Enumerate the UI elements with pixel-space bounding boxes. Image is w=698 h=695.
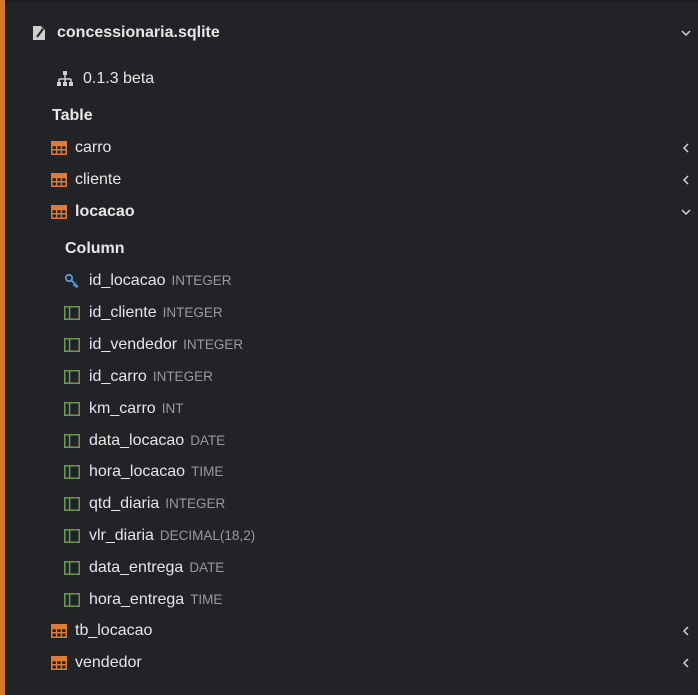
column-name: id_locacao [89,272,166,289]
column-name-group: hora_locacao TIME [89,463,223,481]
column-row[interactable]: data_entrega DATE [5,553,698,583]
table-row-vendedor[interactable]: vendedor [5,648,698,678]
column-row[interactable]: id_cliente INTEGER [5,298,698,328]
table-grid-icon [51,173,67,187]
column-name: hora_locacao [89,463,186,481]
column-type: INTEGER [171,273,232,288]
table-grid-icon [51,656,67,670]
column-row[interactable]: vlr_diaria DECIMAL(18,2) [5,521,698,551]
table-name: vendedor [75,654,142,671]
column-type: INTEGER [165,496,226,512]
column-icon [64,465,80,480]
column-section-heading: Column [5,234,698,264]
schema-tree: concessionaria.sqlite 0.1.3 beta Table c… [5,0,698,695]
column-icon [64,369,80,384]
column-name-group: id_cliente INTEGER [89,304,223,322]
column-icon [64,401,80,416]
table-grid-icon [51,624,67,638]
chevron-down-icon[interactable] [680,27,692,39]
column-icon [64,593,80,607]
column-icon [64,337,80,352]
table-grid-icon [51,141,67,155]
column-name-group: data_entrega DATE [89,559,224,577]
column-name-group: hora_entrega TIME [89,591,222,609]
column-type: TIME [191,464,224,480]
column-type: INT [161,400,184,416]
column-name-group: id_vendedor INTEGER [89,336,243,354]
primary-key-icon [64,273,80,289]
column-type: INTEGER [162,304,223,320]
column-name: id_vendedor [89,335,178,353]
column-row[interactable]: hora_locacao TIME [5,457,698,487]
column-name-group: data_locacao DATE [89,432,225,450]
table-row-tb-locacao[interactable]: tb_locacao [5,616,698,646]
chevron-left-icon[interactable] [680,657,692,669]
column-name: vlr_diaria [89,527,154,545]
chevron-left-icon[interactable] [680,174,692,186]
chevron-left-icon[interactable] [680,142,692,154]
column-row[interactable]: id_locacao INTEGER [5,266,698,296]
column-icon [64,305,80,320]
column-row[interactable]: km_carro INT [5,394,698,424]
column-heading-label: Column [65,240,125,257]
column-name: qtd_diaria [89,495,160,513]
table-name: cliente [75,171,122,188]
chevron-down-icon[interactable] [680,206,692,218]
chevron-left-icon[interactable] [680,625,692,637]
table-row-locacao[interactable]: locacao [5,197,698,227]
database-row[interactable]: concessionaria.sqlite [5,18,698,48]
column-icon [64,497,80,512]
column-type: DATE [190,432,226,448]
table-name: locacao [75,203,135,220]
column-icon [64,433,80,448]
column-name: hora_entrega [89,591,185,608]
table-row-cliente[interactable]: cliente [5,165,698,195]
column-row[interactable]: hora_entrega TIME [5,585,698,615]
column-name: id_carro [89,367,147,385]
column-row[interactable]: id_vendedor INTEGER [5,330,698,360]
column-icon [64,561,80,576]
column-name-group: vlr_diaria DECIMAL(18,2) [89,527,255,545]
column-row[interactable]: data_locacao DATE [5,426,698,456]
version-row: 0.1.3 beta [5,64,698,94]
column-name: data_locacao [89,431,185,449]
column-name-group: id_carro INTEGER [89,368,213,386]
table-grid-icon [51,205,67,219]
column-type: DECIMAL(18,2) [159,528,256,544]
column-type: TIME [190,592,223,607]
column-icon [64,529,80,544]
table-name: tb_locacao [75,622,153,639]
column-type: DATE [189,560,225,576]
database-name: concessionaria.sqlite [57,24,220,41]
column-type: INTEGER [152,368,213,384]
column-name-group: km_carro INT [89,400,183,418]
version-label: 0.1.3 beta [83,70,155,87]
table-name: carro [75,139,112,156]
table-row-carro[interactable]: carro [5,133,698,163]
column-name-group: qtd_diaria INTEGER [89,495,225,513]
column-name: data_entrega [89,559,184,577]
column-name: id_cliente [89,303,157,321]
column-name-group: id_locacao INTEGER [89,272,232,290]
column-name: km_carro [89,399,156,417]
column-row[interactable]: id_carro INTEGER [5,362,698,392]
schema-tree-icon [56,70,74,88]
column-row[interactable]: qtd_diaria INTEGER [5,489,698,519]
database-file-icon [31,25,47,41]
column-type: INTEGER [183,336,244,352]
table-heading-label: Table [52,107,93,124]
table-section-heading: Table [5,101,698,131]
